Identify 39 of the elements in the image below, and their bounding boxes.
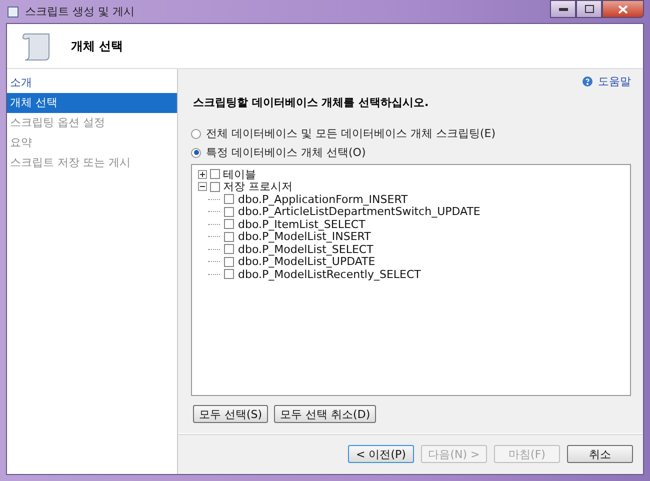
help-link[interactable]: 도움말 [598, 74, 631, 88]
maximize-button[interactable] [576, 0, 602, 18]
checkbox[interactable] [224, 219, 234, 230]
close-button[interactable] [602, 0, 644, 18]
wizard-button[interactable]: 취소 [567, 445, 633, 463]
checkbox[interactable] [224, 244, 234, 254]
tree-item[interactable]: dbo.P_ModelList_SELECT [238, 242, 374, 256]
minus-icon[interactable] [198, 182, 207, 192]
radio-option[interactable]: 전체 데이터베이스 및 모든 데이터베이스 개체 스크립팅(E) [191, 124, 631, 143]
plus-icon[interactable] [198, 170, 207, 179]
maximize-icon [584, 5, 594, 13]
select-button[interactable]: 모두 선택 취소(D) [274, 405, 376, 423]
tree-item[interactable]: 저장 프로시저 [223, 179, 292, 194]
instruction-text: 스크립팅할 데이터베이스 개체를 선택하십시오. [193, 95, 430, 110]
checkbox[interactable] [224, 269, 234, 280]
checkbox[interactable] [210, 169, 220, 180]
tree-item[interactable]: 테이블 [223, 166, 256, 182]
minimize-icon [558, 8, 568, 10]
help-icon [582, 76, 593, 86]
tree-item[interactable]: dbo.P_ItemList_SELECT [238, 218, 366, 231]
tree-item[interactable]: dbo.P_ArticleListDepartmentSwitch_UPDATE [238, 205, 480, 218]
minimize-button[interactable] [550, 0, 576, 18]
tree-item[interactable]: dbo.P_ModelList_INSERT [238, 230, 371, 244]
nav-item[interactable]: 개체 선택 [7, 93, 177, 113]
close-icon [618, 4, 628, 14]
checkbox[interactable] [224, 256, 234, 267]
window-title: 스크립트 생성 및 게시 [25, 4, 134, 19]
select-button[interactable]: 모두 선택(S) [193, 405, 268, 423]
tree-item[interactable]: dbo.P_ApplicationForm_INSERT [238, 192, 408, 206]
tree-item[interactable]: dbo.P_ModelListRecently_SELECT [238, 268, 421, 281]
wizard-button[interactable]: < 이전(P) [348, 445, 414, 463]
page-title: 개체 선택 [71, 38, 124, 54]
checkbox[interactable] [224, 194, 234, 204]
nav-item[interactable]: 소개 [7, 73, 177, 93]
checkbox[interactable] [210, 182, 220, 192]
tree-item[interactable]: dbo.P_ModelList_UPDATE [238, 255, 376, 268]
checkbox[interactable] [224, 206, 234, 217]
checkbox[interactable] [224, 232, 234, 242]
radio-option[interactable]: 특정 데이터베이스 개체 선택(O) [191, 143, 631, 162]
